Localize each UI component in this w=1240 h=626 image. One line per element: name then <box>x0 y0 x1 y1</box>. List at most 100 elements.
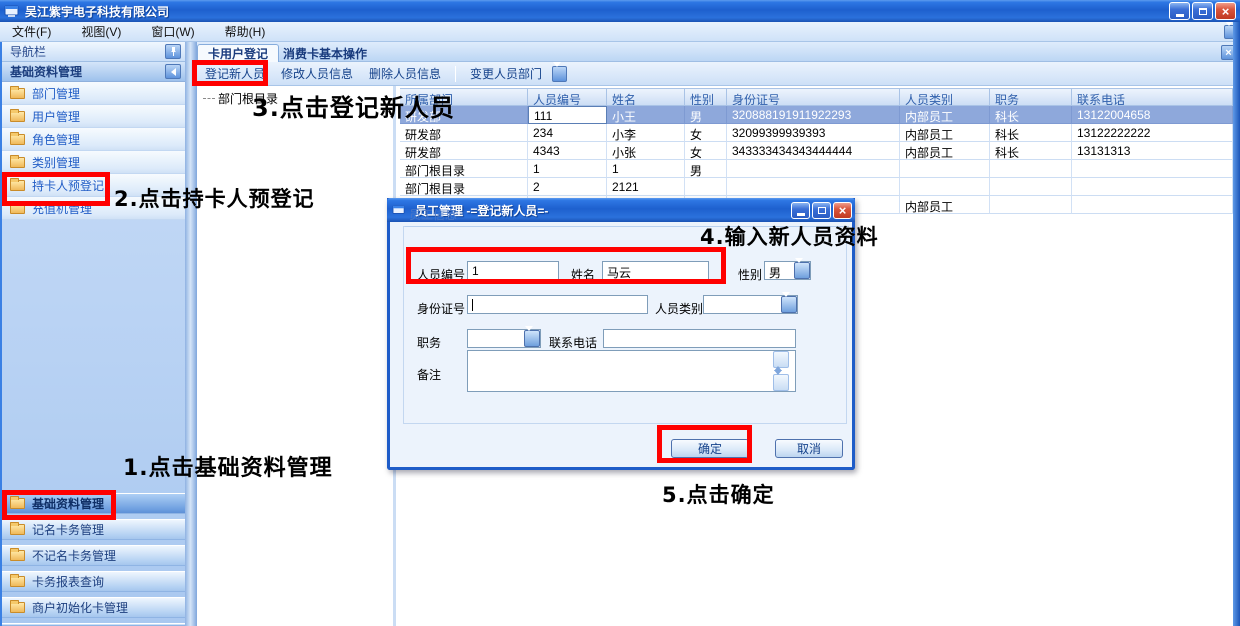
table-row[interactable]: 部门根目录 2 2121 <box>400 178 1233 196</box>
cell[interactable]: 科长 <box>990 106 1072 124</box>
cell[interactable]: 1 <box>607 160 685 178</box>
col-name[interactable]: 姓名 <box>607 89 685 106</box>
table-row[interactable]: 部门根目录 1 1 男 <box>400 160 1233 178</box>
table-row[interactable]: 研发部 4343 小张 女 343333434343444444 内部员工 科长… <box>400 142 1233 160</box>
person-type-select[interactable] <box>703 295 798 314</box>
section-card-report-query[interactable]: 卡务报表查询 <box>2 571 185 592</box>
cell[interactable]: 科长 <box>990 124 1072 142</box>
minimize-icon[interactable] <box>1169 2 1190 20</box>
collapse-chevron-icon[interactable] <box>165 64 181 79</box>
cancel-button[interactable]: 取消 <box>775 439 843 458</box>
sidebar-item-role-mgmt[interactable]: 角色管理 <box>2 128 185 151</box>
cell[interactable]: 1 <box>528 160 607 178</box>
job-title-select[interactable] <box>467 329 541 348</box>
chevron-down-icon[interactable] <box>794 262 810 279</box>
col-person-type[interactable]: 人员类别 <box>900 89 990 106</box>
tab-label: 消费卡基本操作 <box>283 45 367 62</box>
restore-icon[interactable] <box>1192 2 1213 20</box>
tab-consumer-card-operations[interactable]: 消费卡基本操作 <box>273 44 377 62</box>
navigation-sidebar: 导航栏 基础资料管理 部门管理 用户管理 角色管理 类别管理 <box>0 42 185 626</box>
cell[interactable]: 男 <box>685 106 727 124</box>
cell[interactable] <box>685 178 727 196</box>
cell[interactable]: 部门根目录 <box>400 178 528 196</box>
sidebar-item-category-mgmt[interactable]: 类别管理 <box>2 151 185 174</box>
sidebar-item-department-mgmt[interactable]: 部门管理 <box>2 82 185 105</box>
cell[interactable]: 2 <box>528 178 607 196</box>
gender-label: 性别 <box>738 266 762 283</box>
col-person-no[interactable]: 人员编号 <box>528 89 607 106</box>
cell[interactable]: 研发部 <box>400 142 528 160</box>
table-row[interactable]: 研发部 111 小王 男 320888191911922293 内部员工 科长 … <box>400 106 1233 124</box>
scroll-up-icon[interactable] <box>773 351 789 368</box>
col-job-title[interactable]: 职务 <box>990 89 1072 106</box>
cell[interactable]: 内部员工 <box>900 124 990 142</box>
cell[interactable]: 内部员工 <box>900 106 990 124</box>
section-merchant-card-init-mgmt[interactable]: 商户初始化卡管理 <box>2 597 185 618</box>
gender-select[interactable]: 男 <box>764 261 811 280</box>
sidebar-item-label: 角色管理 <box>32 131 80 148</box>
cell[interactable]: 男 <box>685 160 727 178</box>
cell[interactable]: 小王 <box>607 106 685 124</box>
cell[interactable]: 13122004658 <box>1072 106 1233 124</box>
menu-view[interactable]: 视图(V) <box>79 21 123 42</box>
section-named-card-mgmt[interactable]: 记名卡务管理 <box>2 519 185 540</box>
scroll-down-icon[interactable] <box>773 374 789 391</box>
menu-window[interactable]: 窗口(W) <box>149 21 196 42</box>
delete-person-info-button[interactable]: 删除人员信息 <box>361 62 449 85</box>
cell[interactable]: 小张 <box>607 142 685 160</box>
cell[interactable]: 科长 <box>990 142 1072 160</box>
menu-help[interactable]: 帮助(H) <box>223 21 268 42</box>
cell[interactable] <box>900 160 990 178</box>
id-number-input[interactable] <box>467 295 648 314</box>
cell[interactable] <box>727 178 900 196</box>
cell[interactable] <box>727 160 900 178</box>
cell[interactable] <box>900 178 990 196</box>
cell[interactable]: 13122222222 <box>1072 124 1233 142</box>
pin-icon[interactable] <box>165 44 181 59</box>
toolbar-separator <box>455 66 456 82</box>
cell[interactable]: 小李 <box>607 124 685 142</box>
cell[interactable]: 320888191911922293 <box>727 106 900 124</box>
sidebar-item-label: 用户管理 <box>32 108 80 125</box>
toolbar-dropdown-chevron-icon[interactable] <box>552 66 567 82</box>
department-tree-panel: 部门根目录 <box>197 86 396 626</box>
cell[interactable]: 343333434343444444 <box>727 142 900 160</box>
cell[interactable] <box>990 160 1072 178</box>
close-icon[interactable]: × <box>1215 2 1236 20</box>
cell[interactable] <box>1072 160 1233 178</box>
cell[interactable]: 4343 <box>528 142 607 160</box>
section-anonymous-card-mgmt[interactable]: 不记名卡务管理 <box>2 545 185 566</box>
cell[interactable] <box>990 196 1072 214</box>
cell[interactable]: 2121 <box>607 178 685 196</box>
chevron-down-icon[interactable] <box>524 330 540 347</box>
modify-person-info-button[interactable]: 修改人员信息 <box>273 62 361 85</box>
remark-textarea[interactable] <box>467 350 796 392</box>
change-person-department-button[interactable]: 变更人员部门 <box>462 62 550 85</box>
table-row[interactable]: 研发部 234 小李 女 32099399939393 内部员工 科长 1312… <box>400 124 1233 142</box>
col-phone[interactable]: 联系电话 <box>1072 89 1233 106</box>
cell[interactable]: 研发部 <box>400 124 528 142</box>
phone-input[interactable] <box>603 329 796 348</box>
cell[interactable]: 234 <box>528 124 607 142</box>
sidebar-item-user-mgmt[interactable]: 用户管理 <box>2 105 185 128</box>
menu-file[interactable]: 文件(F) <box>10 21 53 42</box>
cell[interactable]: 32099399939393 <box>727 124 900 142</box>
section-label: 商户初始化卡管理 <box>32 599 128 616</box>
cell[interactable]: 女 <box>685 124 727 142</box>
cell-editing[interactable]: 111 <box>528 106 607 124</box>
cell[interactable]: 13131313 <box>1072 142 1233 160</box>
sidebar-splitter[interactable] <box>185 42 197 626</box>
cell[interactable] <box>1072 196 1233 214</box>
cell[interactable]: 女 <box>685 142 727 160</box>
job-title-label: 职务 <box>417 334 441 351</box>
cell[interactable]: 部门根目录 <box>400 160 528 178</box>
col-id-number[interactable]: 身份证号 <box>727 89 900 106</box>
col-gender[interactable]: 性别 <box>685 89 727 106</box>
sidebar-section-header[interactable]: 基础资料管理 <box>2 62 185 82</box>
cell[interactable]: 内部员工 <box>900 196 990 214</box>
cell[interactable] <box>1072 178 1233 196</box>
cell[interactable]: 内部员工 <box>900 142 990 160</box>
chevron-down-icon[interactable] <box>781 296 797 313</box>
cell[interactable] <box>990 178 1072 196</box>
section-label: 卡务报表查询 <box>32 573 104 590</box>
